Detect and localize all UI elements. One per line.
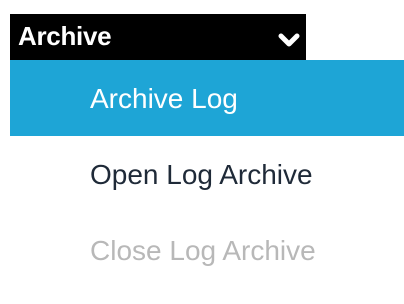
archive-dropdown-button[interactable]: Archive <box>10 14 306 60</box>
menu-item-archive-log[interactable]: Archive Log <box>10 60 404 136</box>
archive-dropdown-widget: Archive Archive Log Open Log Archive Clo… <box>0 0 404 304</box>
menu-item-label: Close Log Archive <box>90 235 316 266</box>
dropdown-label: Archive <box>18 21 112 51</box>
menu-item-label: Open Log Archive <box>90 159 313 190</box>
menu-item-label: Archive Log <box>90 83 238 114</box>
menu-item-open-log-archive[interactable]: Open Log Archive <box>0 136 404 212</box>
menu-item-close-log-archive: Close Log Archive <box>0 212 404 288</box>
chevron-down-icon <box>278 33 300 47</box>
